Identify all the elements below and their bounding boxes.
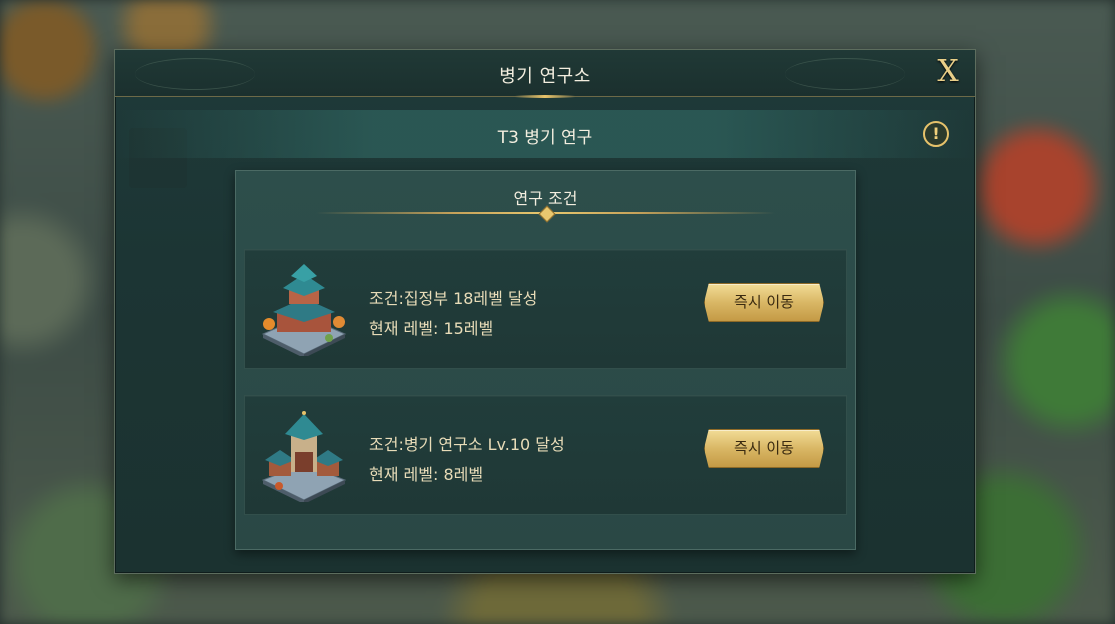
go-now-button[interactable]: 즉시 이동: [704, 283, 824, 322]
go-now-button[interactable]: 즉시 이동: [704, 429, 824, 468]
panel-header: 병기 연구소 X: [115, 50, 975, 98]
conditions-box: 연구 조건 조건:집정부 18레벨 달성 현재 레벨: 15레벨 즉시 이동 조…: [235, 170, 856, 550]
current-level-text: 현재 레벨: 15레벨: [369, 319, 494, 338]
panel-title: 병기 연구소: [499, 66, 591, 87]
condition-text: 조건:병기 연구소 Lv.10 달성: [369, 435, 565, 454]
siege-workshop-building-icon: [261, 411, 347, 502]
close-button[interactable]: X: [931, 54, 965, 90]
weapon-research-panel: 병기 연구소 X T3 병기 연구 ! 연구 조건 조건:집정부 18레벨 달성…: [114, 49, 976, 574]
info-icon[interactable]: !: [923, 121, 949, 147]
condition-row: 조건:병기 연구소 Lv.10 달성 현재 레벨: 8레벨 즉시 이동: [244, 395, 847, 515]
current-level-text: 현재 레벨: 8레벨: [369, 465, 484, 484]
condition-text: 조건:집정부 18레벨 달성: [369, 289, 538, 308]
research-header: T3 병기 연구 !: [115, 110, 975, 158]
condition-row: 조건:집정부 18레벨 달성 현재 레벨: 15레벨 즉시 이동: [244, 249, 847, 369]
title-underline: [515, 95, 575, 98]
research-title: T3 병기 연구: [497, 128, 593, 148]
town-hall-building-icon: [261, 264, 347, 356]
